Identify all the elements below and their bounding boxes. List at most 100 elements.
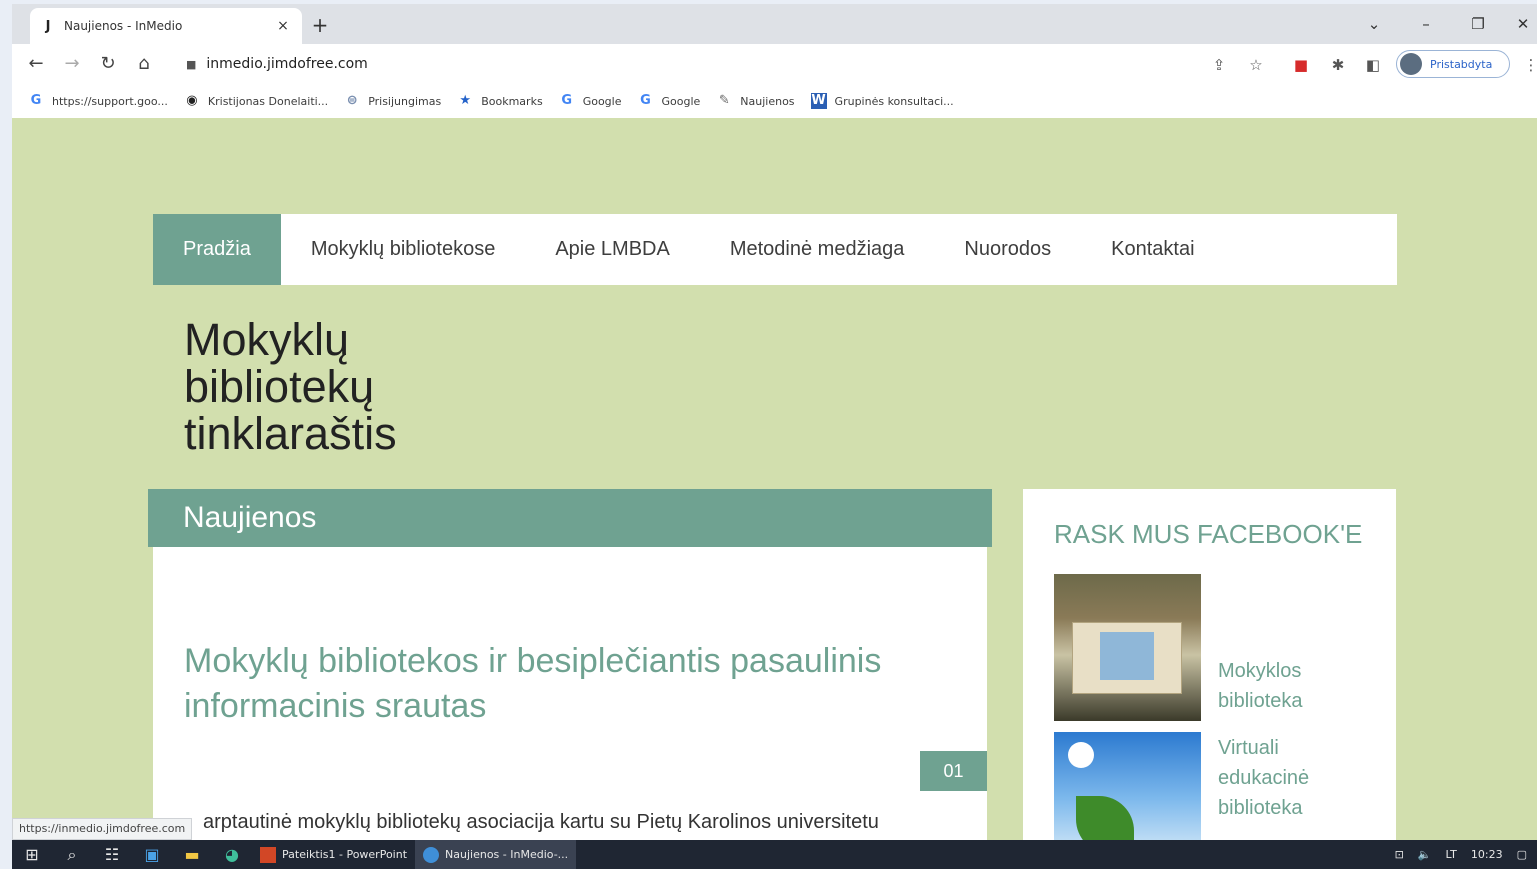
site-icon: ◉ <box>186 93 198 108</box>
bookmark-item[interactable]: ✎ Naujienos <box>716 93 795 109</box>
bookmark-label: Naujienos <box>740 94 795 108</box>
tab-title: Naujienos - InMedio <box>64 19 183 33</box>
profile-label: Pristabdyta <box>1430 57 1493 71</box>
avatar <box>1400 53 1422 75</box>
address-url: inmedio.jimdofree.com <box>206 56 368 72</box>
powerpoint-icon <box>260 846 276 863</box>
extensions-puzzle-icon[interactable]: ✱ <box>1327 54 1349 76</box>
language-indicator[interactable]: LT <box>1446 848 1457 861</box>
link-line: biblioteka <box>1218 797 1303 819</box>
leaf-shape <box>1076 796 1134 840</box>
facebook-sidebar: RASK MUS FACEBOOK'E Mokyklos biblioteka … <box>1023 489 1396 840</box>
leaf-sky-image[interactable] <box>1054 732 1201 840</box>
library-book-image[interactable] <box>1054 574 1201 721</box>
task-view-icon[interactable]: ☷ <box>92 840 132 869</box>
taskbar-app-label: Pateiktis1 - PowerPoint <box>282 848 408 861</box>
share-icon[interactable]: ⇪ <box>1208 54 1230 76</box>
store-icon[interactable]: ▣ <box>132 840 172 869</box>
google-icon: G <box>640 93 651 108</box>
article-title[interactable]: Mokyklų bibliotekos ir besiplečiantis pa… <box>184 639 884 729</box>
close-window-button[interactable]: ✕ <box>1509 12 1537 36</box>
sun-shape <box>1068 742 1094 768</box>
link-line: Mokyklos <box>1218 660 1302 682</box>
book-picture <box>1100 632 1154 680</box>
reload-icon[interactable]: ↻ <box>96 52 120 76</box>
google-icon: G <box>30 93 42 108</box>
windows-start-icon[interactable]: ⊞ <box>12 840 52 869</box>
home-icon[interactable]: ⌂ <box>132 52 156 76</box>
search-icon[interactable]: ⌕ <box>52 840 92 869</box>
profile-button[interactable]: Pristabdyta <box>1396 50 1510 78</box>
bookmark-item[interactable]: Ghttps://support.goo... <box>28 93 168 109</box>
article-excerpt: arptautinė mokyklų bibliotekų asociacija… <box>203 811 879 833</box>
tab-close-icon[interactable]: × <box>274 18 292 34</box>
sidebar-heading: RASK MUS FACEBOOK'E <box>1054 519 1363 549</box>
edge-icon[interactable]: ◕ <box>212 840 252 869</box>
tab-strip: J Naujienos - InMedio × + ⌄ – ❐ ✕ <box>12 4 1537 44</box>
file-explorer-icon[interactable]: ▬ <box>172 840 212 869</box>
bookmark-item[interactable]: ★ Bookmarks <box>457 93 542 109</box>
tab-search-icon[interactable]: ⌄ <box>1360 12 1388 36</box>
site-title-line: tinklaraštis <box>184 408 397 459</box>
facebook-link-mokyklos-biblioteka[interactable]: Mokyklos biblioteka <box>1218 656 1303 716</box>
minimize-button[interactable]: – <box>1412 12 1440 36</box>
site-nav: Pradžia Mokyklų bibliotekose Apie LMBDA … <box>153 214 1397 285</box>
bookmarks-bar: Ghttps://support.goo... ◉ Kristijonas Don… <box>12 84 1537 118</box>
system-tray: ⊡ 🔈 LT 10:23 ▢ <box>1395 840 1537 869</box>
nav-item-pradzia[interactable]: Pradžia <box>153 214 281 285</box>
bookmark-label: Google <box>661 94 701 108</box>
site-title[interactable]: Mokyklų bibliotekų tinklaraštis <box>184 316 584 457</box>
address-bar[interactable]: ■ inmedio.jimdofree.com <box>172 49 1352 79</box>
nav-item-apie-lmbda[interactable]: Apie LMBDA <box>525 214 700 285</box>
date-badge: 01 <box>920 751 987 791</box>
google-icon: G <box>561 93 573 108</box>
chrome-icon <box>423 846 440 863</box>
news-icon: ✎ <box>718 93 730 108</box>
lock-icon: ■ <box>186 57 197 71</box>
taskbar-app-powerpoint[interactable]: Pateiktis1 - PowerPoint <box>252 840 415 869</box>
bookmark-star-icon[interactable]: ☆ <box>1245 54 1267 76</box>
clock[interactable]: 10:23 <box>1471 848 1503 861</box>
browser-tab[interactable]: J Naujienos - InMedio × <box>30 8 302 44</box>
browser-toolbar: ← → ↻ ⌂ ■ inmedio.jimdofree.com ⇪ ☆ ■ ✱ … <box>12 44 1537 84</box>
bookmark-item[interactable]: ◉ Kristijonas Donelaiti... <box>184 93 328 109</box>
back-arrow-icon[interactable]: ← <box>24 52 48 76</box>
article-card: Mokyklų bibliotekos ir besiplečiantis pa… <box>153 547 987 840</box>
forward-arrow-icon[interactable]: → <box>60 52 84 76</box>
volume-icon[interactable]: 🔈 <box>1418 848 1432 861</box>
login-icon: ⊜ <box>346 93 358 108</box>
link-line: biblioteka <box>1218 690 1303 712</box>
bookmark-label: Kristijonas Donelaiti... <box>207 94 329 108</box>
section-heading: Naujienos <box>148 489 992 547</box>
bookmark-item[interactable]: ⊜ Prisijungimas <box>344 93 441 109</box>
taskbar-app-chrome[interactable]: Naujienos - InMedio-... <box>415 840 577 869</box>
notifications-icon[interactable]: ▢ <box>1517 848 1527 861</box>
nav-item-metodine-medziaga[interactable]: Metodinė medžiaga <box>700 214 935 285</box>
bookmark-item[interactable]: W Grupinės konsultaci... <box>810 93 954 109</box>
menu-kebab-icon[interactable]: ⋮ <box>1520 54 1537 76</box>
nav-item-nuorodos[interactable]: Nuorodos <box>934 214 1081 285</box>
web-page: Pradžia Mokyklų bibliotekose Apie LMBDA … <box>12 118 1537 840</box>
jimdo-favicon-icon: J <box>45 18 51 34</box>
bookmark-label: Grupinės konsultaci... <box>834 94 954 108</box>
network-icon[interactable]: ⊡ <box>1395 848 1404 861</box>
word-icon: W <box>810 93 827 109</box>
link-line: edukacinė <box>1218 767 1310 789</box>
restore-button[interactable]: ❐ <box>1464 12 1492 36</box>
bookmark-label: Prisijungimas <box>368 94 442 108</box>
extension-red-icon[interactable]: ■ <box>1290 54 1312 76</box>
taskbar-app-label: Naujienos - InMedio-... <box>445 848 569 861</box>
bookmark-item[interactable]: G Google <box>559 93 622 109</box>
bookmark-item[interactable]: G Google <box>637 93 700 109</box>
bookmark-label: Google <box>582 94 622 108</box>
bookmark-label: https://support.goo... <box>52 94 168 108</box>
bookmark-label: Bookmarks <box>481 94 543 108</box>
side-panel-icon[interactable]: ◧ <box>1362 54 1384 76</box>
new-tab-button[interactable]: + <box>308 14 332 38</box>
facebook-link-virtuali-biblioteka[interactable]: Virtuali edukacinė biblioteka <box>1218 733 1309 823</box>
nav-item-mokyklu-bibliotekose[interactable]: Mokyklų bibliotekose <box>281 214 526 285</box>
nav-item-kontaktai[interactable]: Kontaktai <box>1081 214 1224 285</box>
site-title-line: bibliotekų <box>184 361 375 412</box>
link-line: Virtuali <box>1218 737 1279 759</box>
link-status-bubble: https://inmedio.jimdofree.com <box>12 818 193 840</box>
